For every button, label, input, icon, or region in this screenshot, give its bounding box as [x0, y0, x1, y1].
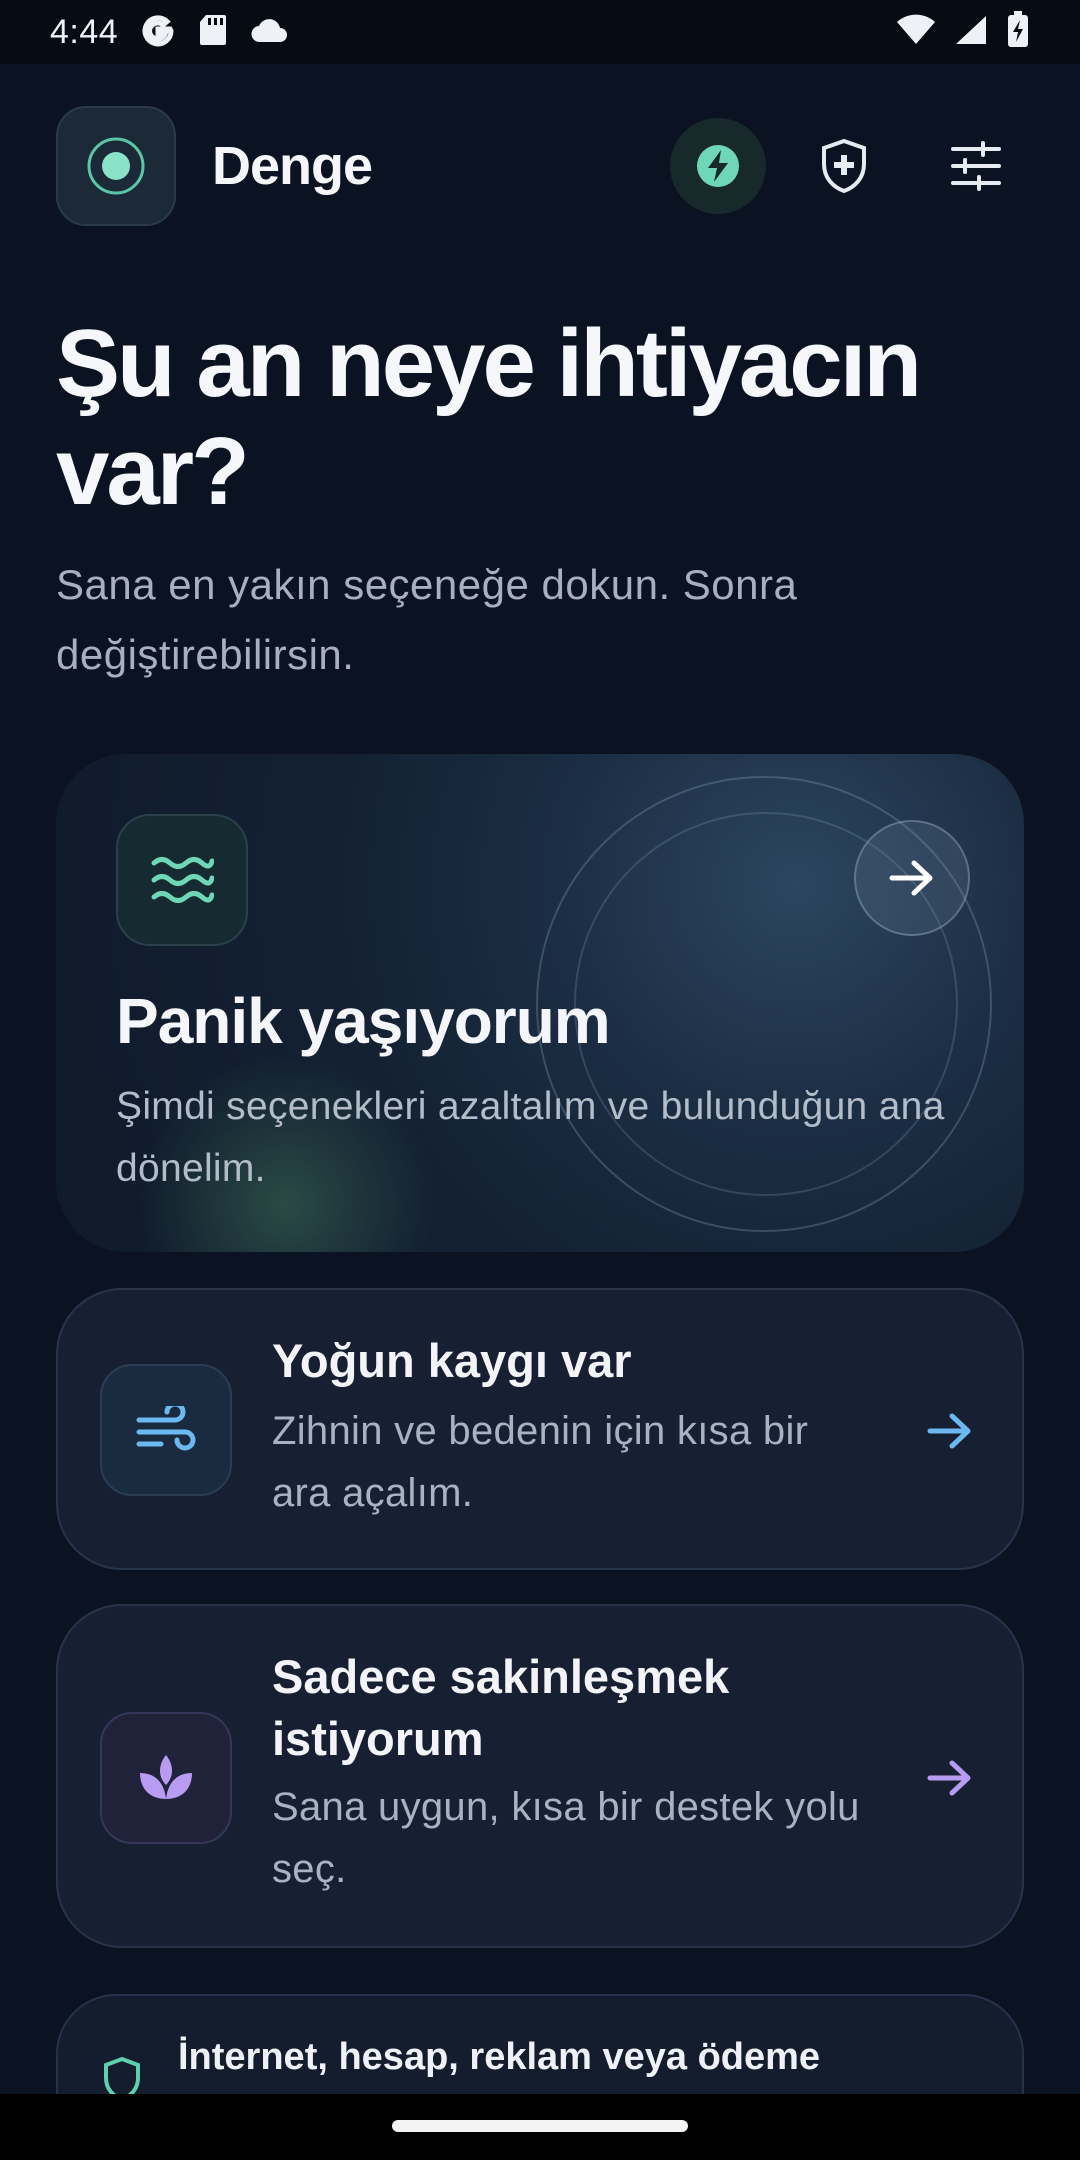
- option-description: Şimdi seçenekleri azaltalım ve bulunduğu…: [116, 1085, 945, 1190]
- top-bar: Denge: [56, 106, 1024, 226]
- safety-button[interactable]: [796, 118, 892, 214]
- option-description: Sana uygun, kısa bir destek yolu seç.: [272, 1785, 860, 1891]
- arrow-right-icon: [920, 1748, 980, 1808]
- app-screen: Denge Şu an neye ihtiyacın var? Sana en …: [0, 64, 1080, 2094]
- option-title: Yoğun kaygı var: [272, 1334, 632, 1387]
- option-description: Zihnin ve bedenin için kısa bir ara açal…: [272, 1409, 809, 1515]
- target-logo-icon: [87, 137, 145, 195]
- shield-plus-icon: [822, 138, 866, 194]
- shield-icon: [102, 2056, 142, 2094]
- arrow-right-icon: [920, 1401, 980, 1461]
- wifi-icon: [896, 14, 936, 51]
- settings-sliders-icon: [951, 141, 1001, 191]
- cloud-icon: [250, 16, 290, 49]
- app-logo: [56, 106, 176, 226]
- battery-charging-icon: [1006, 10, 1030, 54]
- app-name: Denge: [212, 136, 373, 196]
- settings-button[interactable]: [928, 118, 1024, 214]
- option-title: Panik yaşıyorum: [116, 985, 611, 1057]
- bolt-icon: [697, 145, 739, 187]
- wind-icon: [100, 1364, 232, 1496]
- signal-icon: [954, 14, 988, 51]
- privacy-notice-card[interactable]: İnternet, hesap, reklam veya ödeme: [56, 1994, 1024, 2094]
- page-subtitle: Sana en yakın seçeneğe dokun. Sonra deği…: [56, 561, 798, 678]
- arrow-right-icon: [889, 860, 933, 896]
- home-gesture-handle[interactable]: [392, 2120, 688, 2132]
- sd-card-icon: [198, 13, 228, 52]
- option-panic-card[interactable]: Panik yaşıyorum Şimdi seçenekleri azalta…: [56, 754, 1024, 1252]
- notice-title: İnternet, hesap, reklam veya ödeme: [178, 2036, 821, 2078]
- option-title: Sadece sakinleşmek istiyorum: [272, 1650, 730, 1765]
- lotus-icon: [100, 1712, 232, 1844]
- waves-icon: [116, 814, 248, 946]
- system-nav-bar: [0, 2094, 1080, 2160]
- status-bar: 4:44: [0, 0, 1080, 64]
- option-calm-card[interactable]: Sadece sakinleşmek istiyorum Sana uygun,…: [56, 1604, 1024, 1948]
- google-icon: [140, 12, 176, 53]
- option-anxiety-card[interactable]: Yoğun kaygı var Zihnin ve bedenin için k…: [56, 1288, 1024, 1570]
- page-title: Şu an neye ihtiyacın var?: [56, 310, 922, 525]
- quick-action-button[interactable]: [670, 118, 766, 214]
- status-time: 4:44: [50, 12, 119, 51]
- panic-arrow-button[interactable]: [854, 820, 970, 936]
